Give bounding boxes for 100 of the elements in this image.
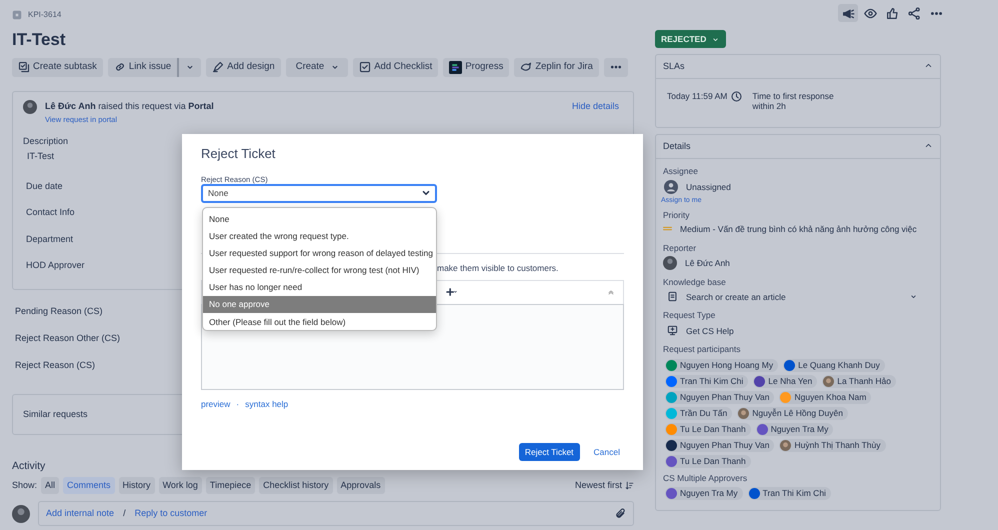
participant-chip[interactable]: Nguyen Tra My [756,422,834,436]
field-label: Priority [663,210,690,220]
field-label: CS Multiple Approvers [663,472,748,483]
participant-chip[interactable]: Trần Du Tấn [665,406,732,420]
participant-chip[interactable]: Huỳnh Thị Thanh Thùy [779,438,886,452]
hide-details-link[interactable]: Hide details [572,100,619,113]
field-label: Department [26,232,74,246]
sla-time: Today 11:59 AM [667,90,728,101]
field-label: Reporter [663,242,698,254]
megaphone-icon[interactable] [842,6,854,20]
issue-type-icon [12,10,22,20]
participant-chip[interactable]: Le Nha Yen [753,374,818,388]
collapse-icon[interactable] [924,61,933,70]
sort-button[interactable]: Newest first [574,478,634,492]
field-label: Assignee [663,166,699,176]
filter-tab[interactable]: Timepiece [206,476,256,494]
field-label: Reject Reason Other (CS) [15,332,120,346]
field-label: Due date [26,180,63,192]
filter-tab[interactable]: Checklist history [259,476,333,494]
request-type-value[interactable]: Get CS Help [686,326,734,336]
filter-tab[interactable]: Approvals [336,476,385,494]
dropdown-option[interactable]: Other (Please fill out the field below) [203,313,436,330]
separator-text: / [123,507,126,520]
filter-tab[interactable]: All [41,476,60,494]
field-label: HOD Approver [26,259,85,272]
select-field[interactable]: None [201,184,437,203]
avatar-icon [738,408,750,419]
subtask-icon [18,61,30,73]
participant-chip[interactable]: La Thanh Hảo [822,374,896,388]
filter-tab[interactable]: History [118,476,155,494]
panel-title: SLAs [663,61,685,72]
status-dropdown-button[interactable]: REJECTED [655,30,726,48]
dropdown-option[interactable]: User requested support for wrong reason of delayed testing [203,244,436,262]
participant-chip[interactable]: Nguyen Phan Thuy Van [665,438,774,452]
priority-value[interactable]: Medium - Vấn đề trung bình có khả năng ảnh hưởng công việc [680,224,917,234]
participant-chip[interactable]: Nguyễn Lê Hồng Duyên [737,406,848,420]
avatar-icon [663,256,677,270]
link-issue-button[interactable]: Link issue [108,58,178,76]
toolbar-button[interactable]: Create subtask [12,58,103,76]
insert-menu-icon[interactable] [445,287,459,298]
issue-title: IT-Test [12,29,67,51]
toolbar-button[interactable]: Zeplin for Jira [514,58,599,76]
reply-link[interactable]: Reply to customer [134,507,208,520]
article-icon [667,291,678,302]
toolbar-button[interactable]: Add design [206,58,281,76]
participant-chip[interactable]: Nguyen Hong Hoang My [665,358,778,372]
participant-chip[interactable]: Le Quang Khanh Duy [783,358,885,372]
dropdown-option[interactable]: User created the wrong request type. [203,227,436,244]
more-button[interactable] [604,58,628,76]
participant-chip[interactable]: Tu Le Dan Thanh [665,422,751,436]
avatar-icon [780,440,792,451]
participant-chip[interactable]: Nguyen Khoa Nam [779,390,872,404]
activity-heading: Activity [12,460,46,472]
participant-chip[interactable]: Tu Le Dan Thanh [665,454,751,468]
internal-note-link[interactable]: Add internal note [46,507,114,520]
share-icon[interactable] [908,6,920,20]
syntax-help-link[interactable]: syntax help [245,398,288,409]
help-text: make them visible to customers. [437,262,560,273]
paperclip-icon [614,508,626,520]
separator-dot: · [236,398,240,409]
assignee-value[interactable]: Unassigned [686,182,731,192]
modal-title: Reject Ticket [201,146,276,162]
toolbar-button[interactable]: Add Checklist [353,58,438,76]
dropdown-option[interactable]: User requested re-run/re-collect for wrong test (not HIV) [203,262,436,279]
avatar-icon [823,376,834,387]
participant-chip[interactable]: Nguyen Phan Thuy Van [665,390,774,404]
participant-chip[interactable]: Tran Thi Kim Chi [748,486,831,500]
request-author-text: Lê Đức Anh raised this request via Portal [45,100,214,113]
issue-key[interactable]: KPI-3614 [28,9,62,21]
show-label: Show: [12,478,38,492]
field-label: Request Type [663,310,716,320]
comment-box[interactable]: Add internal note / Reply to customer [38,501,634,526]
link-icon [114,61,126,73]
filter-tab[interactable]: Work log [158,476,202,494]
zeplin-icon [520,61,532,73]
preview-link[interactable]: preview [201,398,230,409]
dropdown-option[interactable]: None [203,210,436,228]
participant-chip[interactable]: Tran Thi Kim Chi [665,374,748,388]
progress-icon [449,60,462,74]
cancel-button[interactable]: Cancel [588,446,626,458]
field-label: Request participants [663,344,742,355]
field-label: Reject Reason (CS) [15,359,96,372]
thumbs-up-icon[interactable] [886,6,898,20]
reject-ticket-button[interactable]: Reject Ticket [518,442,580,461]
clock-icon [731,90,742,102]
collapse-icon[interactable] [607,288,615,296]
field-label: Contact Info [26,206,75,219]
toolbar-button[interactable]: Progress [443,58,510,76]
sla-target: within 2h [752,100,787,112]
field-value: IT-Test [27,150,54,163]
knowledge-base-field[interactable]: Search or create an article [667,291,918,302]
eye-icon[interactable] [864,6,876,20]
avatar-icon [12,504,30,523]
field-label: Pending Reason (CS) [15,305,103,318]
pen-icon [212,61,224,73]
participant-chip[interactable]: Nguyen Tra My [665,486,743,500]
dropdown-option[interactable]: No one approve [203,296,436,314]
reporter-value[interactable]: Lê Đức Anh [685,258,730,268]
create-menu-button[interactable]: Create [286,58,348,76]
avatar-icon [23,100,37,114]
